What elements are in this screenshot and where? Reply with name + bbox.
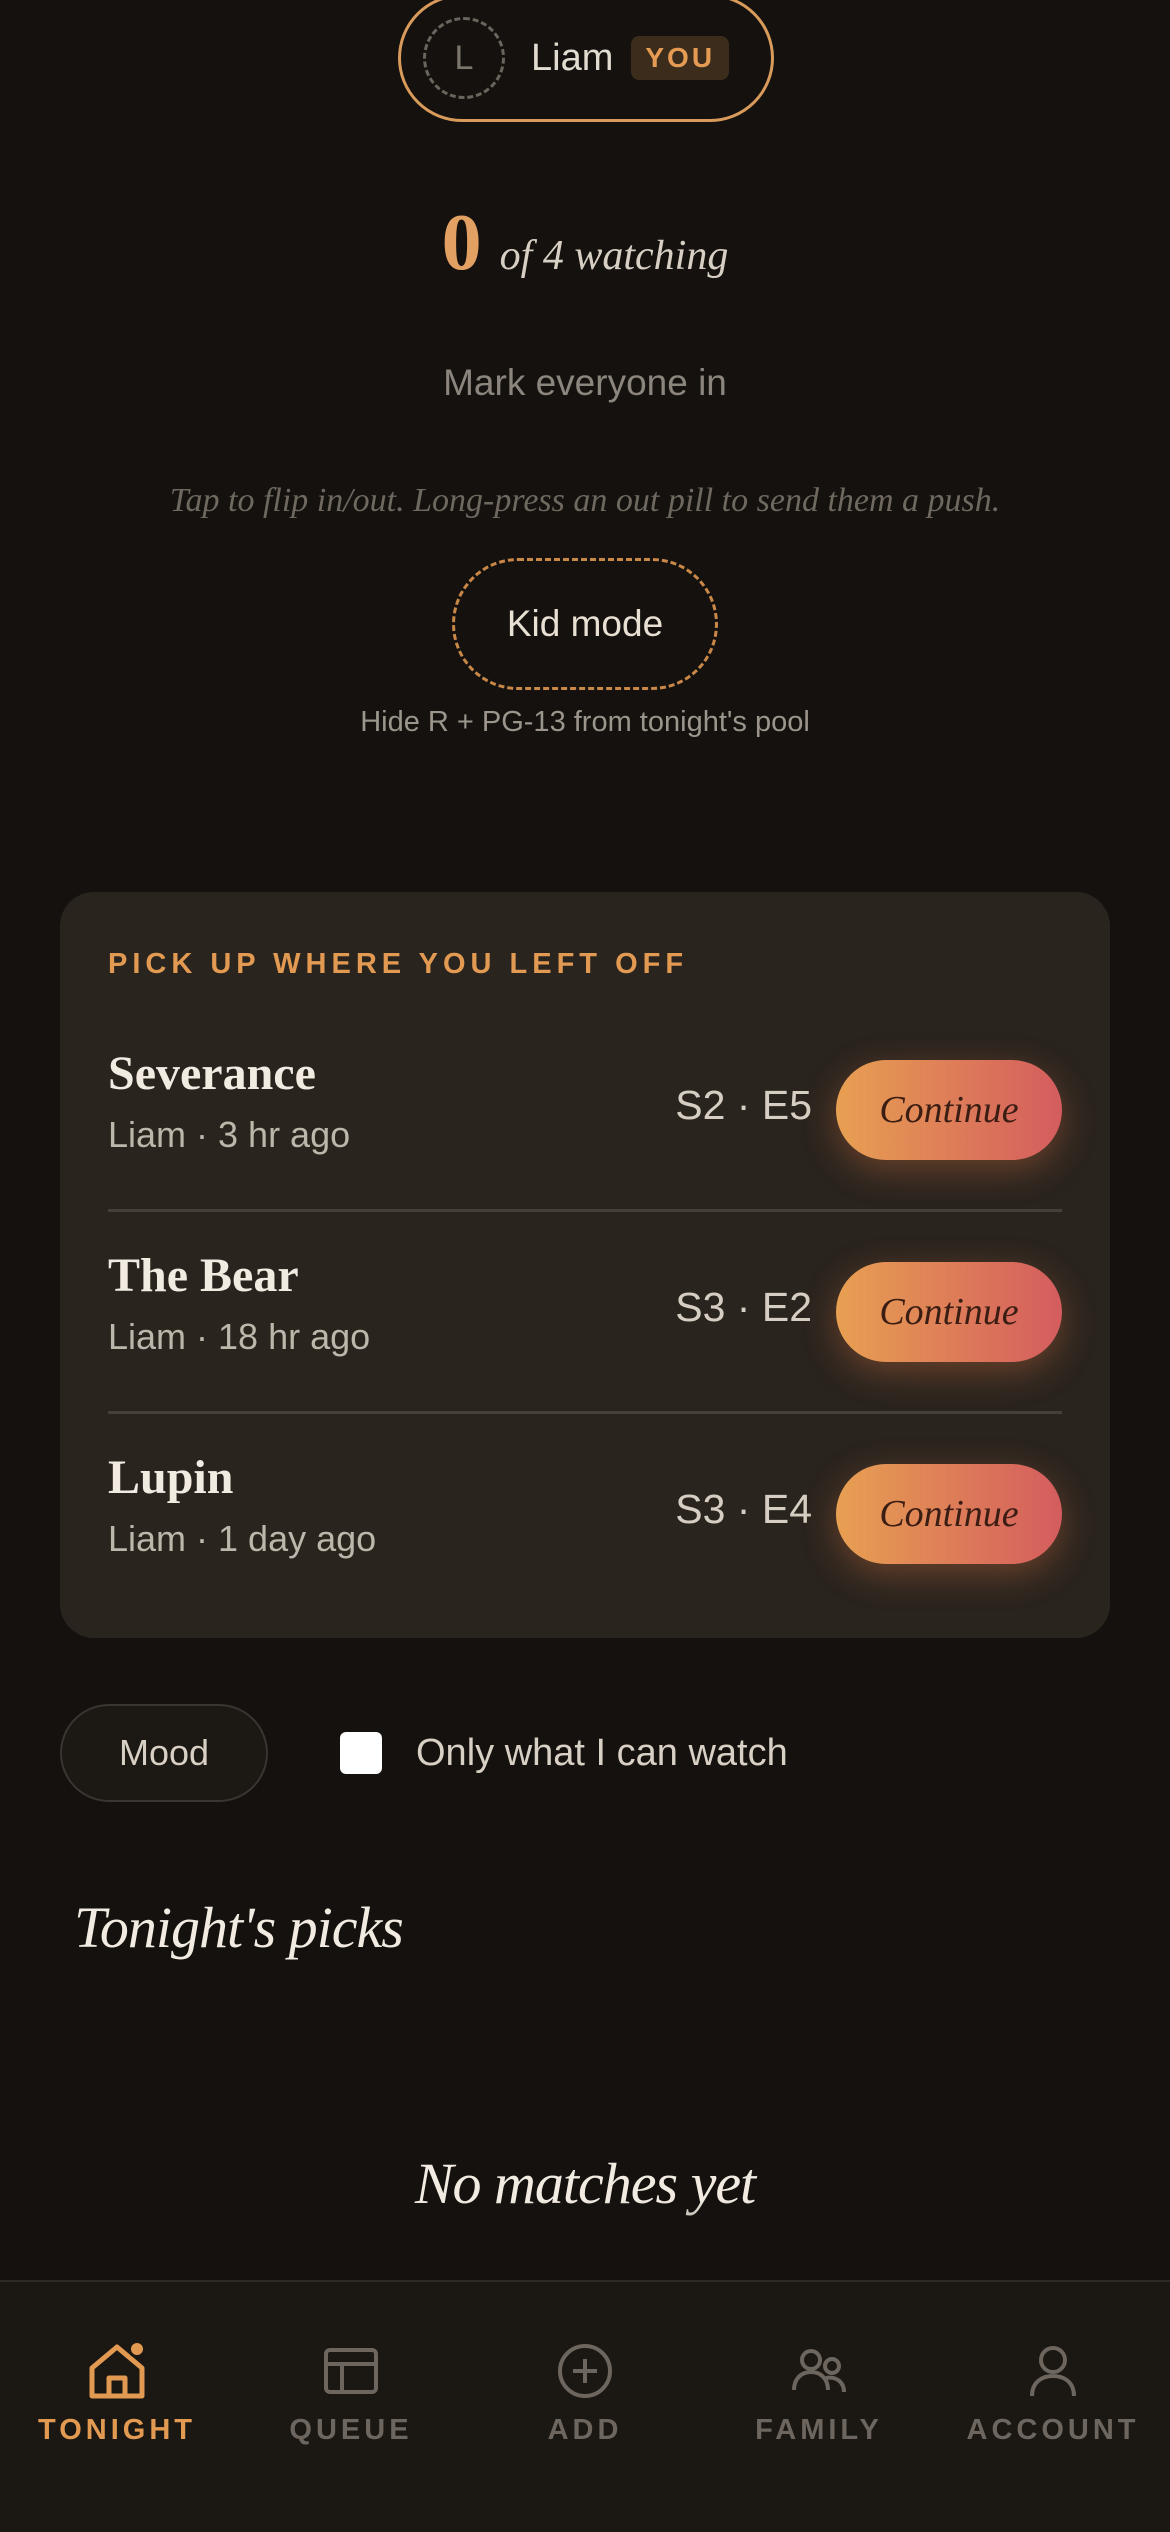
watching-count: 0 of 4 watching: [0, 198, 1170, 289]
user-name: Liam: [531, 36, 614, 79]
continue-button[interactable]: Continue: [836, 1262, 1062, 1362]
mood-filter-button[interactable]: Mood: [60, 1704, 268, 1802]
bottom-tab-bar: TONIGHT QUEUE ADD FAMILY ACCOUNT: [0, 2280, 1170, 2532]
tab-add[interactable]: ADD: [468, 2282, 702, 2482]
episode-label: S3 · E4: [675, 1486, 812, 1532]
only-watch-checkbox[interactable]: [340, 1732, 382, 1774]
show-title: Severance: [108, 1047, 316, 1100]
scroll-fade: [0, 2200, 1170, 2280]
tab-tonight[interactable]: TONIGHT: [0, 2282, 234, 2482]
mark-everyone-in-link[interactable]: Mark everyone in: [0, 362, 1170, 404]
show-meta: Liam · 1 day ago: [108, 1518, 377, 1559]
continue-row: Severance Liam · 3 hr ago S2 · E5 Contin…: [108, 1012, 1062, 1212]
continue-button[interactable]: Continue: [836, 1464, 1062, 1564]
tab-label: ADD: [547, 2414, 623, 2446]
family-icon: [786, 2338, 852, 2404]
tab-account[interactable]: ACCOUNT: [936, 2282, 1170, 2482]
pill-hint: Tap to flip in/out. Long-press an out pi…: [169, 482, 1001, 519]
account-icon: [1020, 2338, 1086, 2404]
user-pill-liam[interactable]: L Liam YOU: [398, 0, 774, 122]
tab-label: ACCOUNT: [966, 2414, 1140, 2446]
show-meta: Liam · 18 hr ago: [108, 1316, 371, 1357]
tonights-picks-heading: Tonight's picks: [74, 1895, 404, 1960]
you-badge: YOU: [631, 36, 730, 80]
avatar-initial: L: [454, 38, 474, 77]
continue-row: The Bear Liam · 18 hr ago S3 · E2 Contin…: [108, 1214, 1062, 1414]
episode-label: S3 · E2: [675, 1284, 812, 1330]
add-icon: [552, 2338, 618, 2404]
watching-count-text: of 4 watching: [499, 233, 729, 279]
kid-mode-button[interactable]: Kid mode: [452, 558, 718, 690]
continue-watching-card: PICK UP WHERE YOU LEFT OFF Severance Lia…: [60, 892, 1110, 1638]
tab-label: FAMILY: [755, 2414, 883, 2446]
show-meta: Liam · 3 hr ago: [108, 1114, 351, 1155]
continue-row: Lupin Liam · 1 day ago S3 · E4 Continue: [108, 1416, 1062, 1616]
continue-card-title: PICK UP WHERE YOU LEFT OFF: [108, 948, 689, 980]
home-icon: [84, 2338, 150, 2404]
show-title: The Bear: [108, 1249, 299, 1302]
only-watch-label[interactable]: Only what I can watch: [416, 1732, 788, 1775]
show-title: Lupin: [108, 1451, 234, 1504]
tab-label: QUEUE: [289, 2414, 413, 2446]
avatar: L: [423, 17, 505, 99]
episode-label: S2 · E5: [675, 1082, 812, 1128]
continue-button[interactable]: Continue: [836, 1060, 1062, 1160]
queue-icon: [318, 2338, 384, 2404]
tab-family[interactable]: FAMILY: [702, 2282, 936, 2482]
watching-count-number: 0: [441, 199, 482, 287]
tab-queue[interactable]: QUEUE: [234, 2282, 468, 2482]
notification-dot: [128, 2340, 146, 2358]
tonight-screen: L Liam YOU 0 of 4 watching Mark everyone …: [0, 0, 1170, 2532]
tab-label: TONIGHT: [38, 2414, 196, 2446]
kid-mode-description: Hide R + PG-13 from tonight's pool: [360, 706, 810, 738]
